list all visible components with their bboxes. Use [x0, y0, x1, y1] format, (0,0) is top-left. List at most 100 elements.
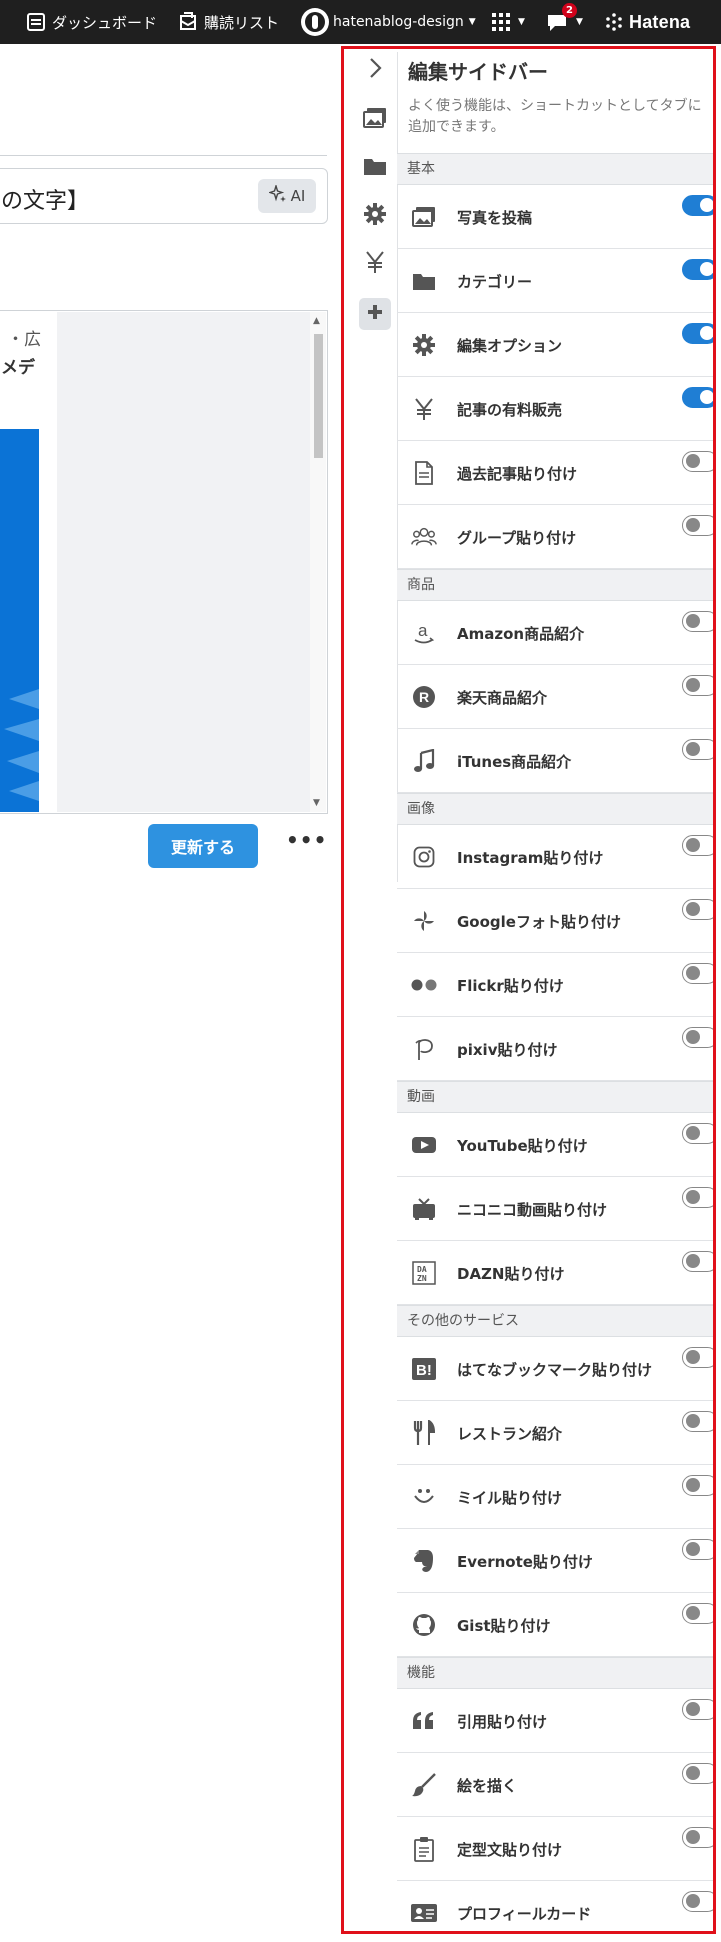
sidebar-item-template-text[interactable]: 定型文貼り付け [397, 1817, 713, 1881]
editor-body[interactable]: ・広 メデ ▲ ▼ [0, 310, 328, 814]
sidebar-item-itunes[interactable]: iTunes商品紹介 [397, 729, 713, 793]
sidebar-item-label: Gist貼り付け [457, 1617, 551, 1635]
scroll-down-arrow-icon[interactable]: ▼ [313, 798, 320, 808]
sidebar-item-quote[interactable]: 引用貼り付け [397, 1689, 713, 1753]
update-button[interactable]: 更新する [148, 824, 258, 868]
sidebar-item-edit-options[interactable]: 編集オプション [397, 313, 713, 377]
caret-down-icon: ▼ [468, 17, 476, 27]
collapse-sidebar-button[interactable] [359, 54, 391, 86]
feature-toggle[interactable] [682, 1347, 713, 1368]
smile-icon [411, 1484, 437, 1510]
sidebar-item-amazon[interactable]: a Amazon商品紹介 [397, 601, 713, 665]
dashboard-link[interactable]: ダッシュボード [26, 0, 157, 44]
caret-down-icon: ▼ [576, 17, 583, 27]
reading-list-link[interactable]: 購読リスト [178, 0, 279, 44]
feature-toggle[interactable] [682, 739, 713, 760]
feature-toggle[interactable] [682, 611, 713, 632]
sidebar-item-evernote[interactable]: Evernote貼り付け [397, 1529, 713, 1593]
id-card-icon [411, 1900, 437, 1926]
sidebar-item-youtube[interactable]: YouTube貼り付け [397, 1113, 713, 1177]
sidebar-item-niconico[interactable]: ニコニコ動画貼り付け [397, 1177, 713, 1241]
editor-background [57, 312, 310, 812]
sidebar-item-gist[interactable]: Gist貼り付け [397, 1593, 713, 1657]
more-options-button[interactable]: ••• [286, 828, 327, 852]
sidebar-item-past-articles[interactable]: 過去記事貼り付け [397, 441, 713, 505]
sidebar-item-restaurant[interactable]: レストラン紹介 [397, 1401, 713, 1465]
sidebar-item-google-photos[interactable]: Googleフォト貼り付け [397, 889, 713, 953]
reading-list-icon [178, 12, 198, 32]
sidebar-item-flickr[interactable]: Flickr貼り付け [397, 953, 713, 1017]
sidebar-item-group[interactable]: グループ貼り付け [397, 505, 713, 569]
sidebar-item-profile-card[interactable]: プロフィールカード [397, 1881, 713, 1930]
blog-switcher[interactable]: hatenablog-design ▼ [300, 0, 476, 44]
sidebar-item-label: 記事の有料販売 [457, 401, 563, 419]
sidebar-item-label: 定型文貼り付け [457, 1841, 563, 1859]
feature-toggle[interactable] [682, 1475, 713, 1496]
feature-toggle[interactable] [682, 451, 713, 472]
global-header: ダッシュボード 購読リスト hatenablog-design ▼ ▼ ▼ 2 … [0, 0, 721, 44]
feature-toggle[interactable] [682, 1763, 713, 1784]
sidebar-item-paid-sales[interactable]: 記事の有料販売 [397, 377, 713, 441]
rail-tab-options[interactable] [359, 200, 391, 232]
pinwheel-icon [411, 908, 437, 934]
scroll-thumb[interactable] [314, 334, 323, 458]
tv-icon [411, 1196, 437, 1222]
dashboard-label: ダッシュボード [52, 13, 158, 32]
feature-toggle[interactable] [682, 1027, 713, 1048]
sidebar-item-instagram[interactable]: Instagram貼り付け [397, 825, 713, 889]
rail-tab-photo[interactable] [359, 104, 391, 136]
sidebar-item-photo[interactable]: 写真を投稿 [397, 185, 713, 249]
feature-toggle[interactable] [682, 963, 713, 984]
feature-toggle[interactable] [682, 1699, 713, 1720]
sidebar-item-pixiv[interactable]: pixiv貼り付け [397, 1017, 713, 1081]
editor-scrollbar[interactable]: ▲ ▼ [310, 312, 326, 812]
sidebar-item-draw[interactable]: 絵を描く [397, 1753, 713, 1817]
editor-preview-text: ・広 [7, 330, 41, 350]
sidebar-item-label: iTunes商品紹介 [457, 753, 572, 771]
sidebar-item-rakuten[interactable]: R 楽天商品紹介 [397, 665, 713, 729]
yen-icon [364, 250, 386, 278]
rail-tab-paid-sales[interactable] [359, 248, 391, 280]
feature-toggle[interactable] [682, 515, 713, 536]
feature-toggle[interactable] [682, 195, 713, 216]
svg-text:a: a [418, 621, 428, 640]
sidebar-item-hatena-bookmark[interactable]: B! はてなブックマーク貼り付け [397, 1337, 713, 1401]
rail-tab-category[interactable] [359, 152, 391, 184]
sidebar-item-category[interactable]: カテゴリー [397, 249, 713, 313]
sidebar-item-miil[interactable]: ミイル貼り付け [397, 1465, 713, 1529]
sidebar-item-label: YouTube貼り付け [457, 1137, 588, 1155]
feature-toggle[interactable] [682, 1411, 713, 1432]
title-value: の文字】 [1, 189, 90, 214]
feature-toggle[interactable] [682, 675, 713, 696]
sidebar-item-label: グループ貼り付け [457, 529, 577, 547]
sidebar-item-label: ニコニコ動画貼り付け [457, 1201, 608, 1219]
feature-toggle[interactable] [682, 387, 713, 408]
feature-toggle[interactable] [682, 835, 713, 856]
feature-toggle[interactable] [682, 1891, 713, 1912]
caret-down-icon: ▼ [518, 17, 525, 27]
amazon-icon: a [411, 620, 437, 646]
notification-badge: 2 [562, 3, 577, 18]
feature-toggle[interactable] [682, 1603, 713, 1624]
brand-name: Hatena [629, 11, 691, 32]
feature-toggle[interactable] [682, 1123, 713, 1144]
add-tab-button[interactable] [359, 298, 391, 330]
feature-toggle[interactable] [682, 323, 713, 344]
hatena-home-link[interactable]: Hatena [604, 0, 690, 44]
scroll-up-arrow-icon[interactable]: ▲ [313, 316, 320, 326]
feature-toggle[interactable] [682, 1187, 713, 1208]
feature-toggle[interactable] [682, 259, 713, 280]
paintbrush-icon [411, 1772, 437, 1798]
feature-toggle[interactable] [682, 1827, 713, 1848]
sidebar-item-label: 過去記事貼り付け [457, 465, 578, 483]
sidebar-item-label: Flickr貼り付け [457, 977, 564, 995]
pixiv-icon [411, 1036, 437, 1062]
sidebar-item-dazn[interactable]: DA ZN DAZN貼り付け [397, 1241, 713, 1305]
ai-assist-button[interactable]: AI [258, 179, 316, 213]
sidebar-item-label: Evernote貼り付け [457, 1553, 593, 1571]
feature-toggle[interactable] [682, 1539, 713, 1560]
apps-menu[interactable]: ▼ [492, 0, 525, 44]
sidebar-item-label: pixiv貼り付け [457, 1041, 558, 1059]
feature-toggle[interactable] [682, 1251, 713, 1272]
feature-toggle[interactable] [682, 899, 713, 920]
